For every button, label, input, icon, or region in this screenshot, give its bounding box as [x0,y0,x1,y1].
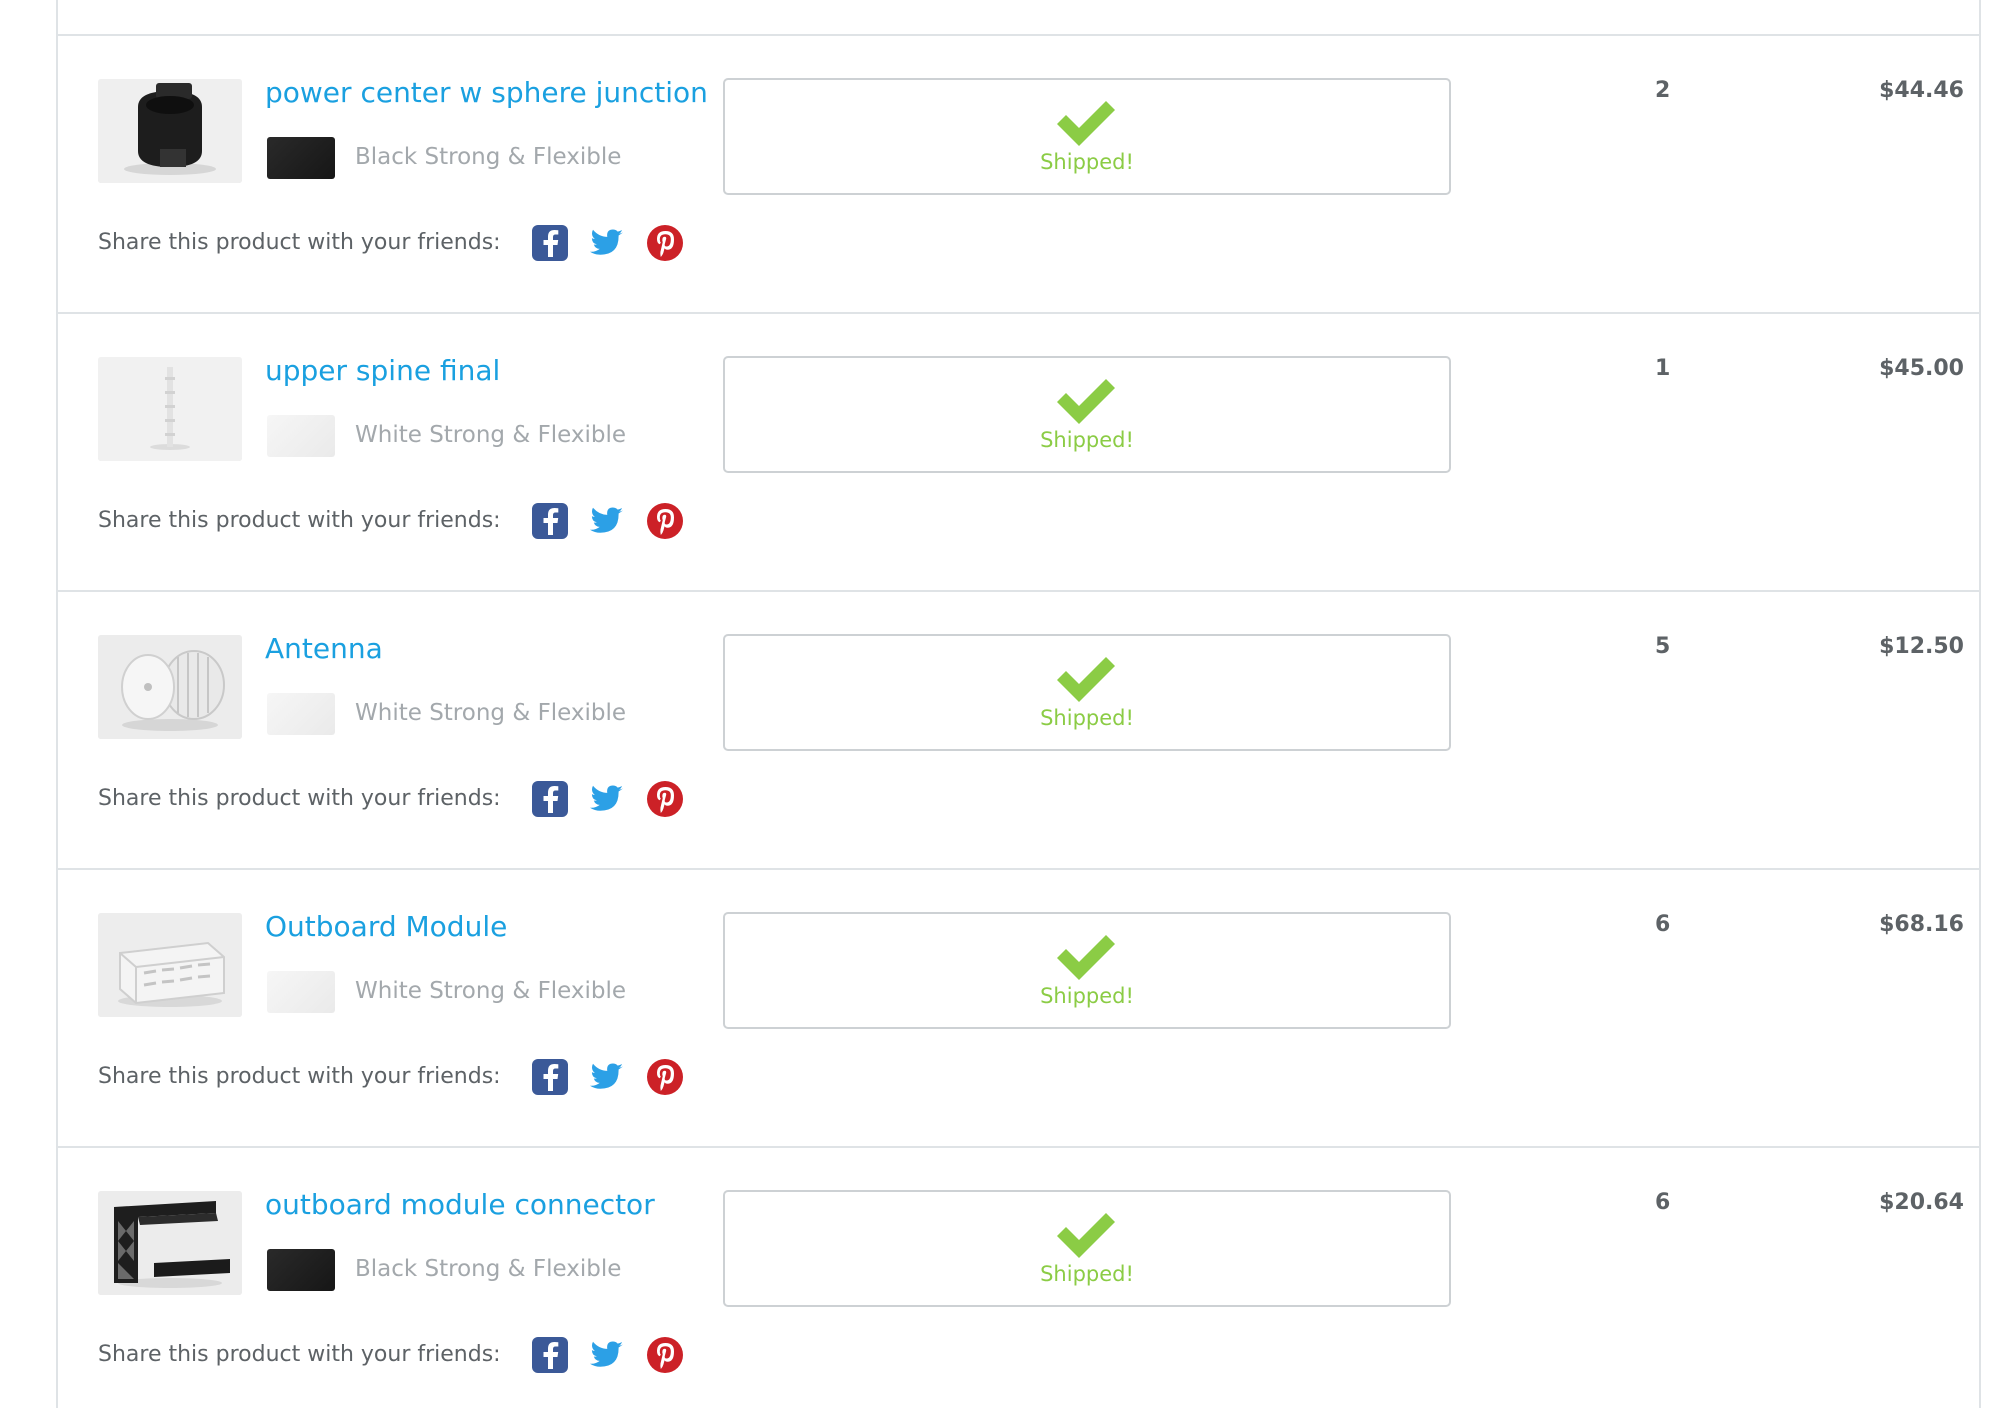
shipping-status-label: Shipped! [1040,428,1134,452]
shipping-status-label: Shipped! [1040,706,1134,730]
shipping-status-label: Shipped! [1040,984,1134,1008]
shipping-status-label: Shipped! [1040,150,1134,174]
material-label: White Strong & Flexible [355,422,627,448]
item-quantity: 2 [1655,78,1671,103]
share-label: Share this product with your friends: [98,508,501,533]
product-thumbnail[interactable] [98,913,242,1017]
product-thumbnail[interactable] [98,635,242,739]
pinterest-icon[interactable] [645,779,685,819]
checkmark-icon [1057,1213,1115,1258]
checkmark-icon [1057,657,1115,702]
material-swatch [267,693,335,735]
item-quantity: 6 [1655,1190,1671,1215]
twitter-icon[interactable] [586,223,626,263]
share-label: Share this product with your friends: [98,1342,501,1367]
facebook-icon[interactable] [530,1335,570,1375]
item-price: $44.46 [1879,78,1964,103]
material-swatch [267,1249,335,1291]
shipping-status-box: Shipped! [723,634,1451,751]
shipping-status-box: Shipped! [723,1190,1451,1307]
product-name-link[interactable]: Outboard Module [265,910,507,943]
material-label: Black Strong & Flexible [355,144,622,170]
material-label: White Strong & Flexible [355,700,627,726]
material-label: Black Strong & Flexible [355,1256,622,1282]
product-thumbnail[interactable] [98,357,242,461]
material-swatch [267,971,335,1013]
pinterest-icon[interactable] [645,1057,685,1097]
order-item-row: Antenna White Strong & Flexible Share th… [58,590,1979,868]
twitter-icon[interactable] [586,1057,626,1097]
share-label: Share this product with your friends: [98,1064,501,1089]
facebook-icon[interactable] [530,779,570,819]
item-quantity: 6 [1655,912,1671,937]
facebook-icon[interactable] [530,1057,570,1097]
shipping-status-box: Shipped! [723,78,1451,195]
order-items-panel: power center w sphere junction Black Str… [56,0,1981,1408]
product-name-link[interactable]: upper spine final [265,354,500,387]
product-name-link[interactable]: Antenna [265,632,383,665]
facebook-icon[interactable] [530,501,570,541]
pinterest-icon[interactable] [645,1335,685,1375]
checkmark-icon [1057,101,1115,146]
material-label: White Strong & Flexible [355,978,627,1004]
order-item-row: power center w sphere junction Black Str… [58,34,1979,312]
order-item-row: outboard module connector Black Strong &… [58,1146,1979,1424]
material-swatch [267,137,335,179]
item-price: $12.50 [1879,634,1964,659]
facebook-icon[interactable] [530,223,570,263]
shipping-status-box: Shipped! [723,912,1451,1029]
shipping-status-label: Shipped! [1040,1262,1134,1286]
product-name-link[interactable]: power center w sphere junction [265,76,708,109]
material-swatch [267,415,335,457]
order-item-row: upper spine final White Strong & Flexibl… [58,312,1979,590]
twitter-icon[interactable] [586,501,626,541]
twitter-icon[interactable] [586,779,626,819]
product-thumbnail[interactable] [98,79,242,183]
checkmark-icon [1057,379,1115,424]
item-price: $45.00 [1879,356,1964,381]
pinterest-icon[interactable] [645,223,685,263]
item-price: $68.16 [1879,912,1964,937]
share-label: Share this product with your friends: [98,786,501,811]
shipping-status-box: Shipped! [723,356,1451,473]
checkmark-icon [1057,935,1115,980]
item-price: $20.64 [1879,1190,1964,1215]
pinterest-icon[interactable] [645,501,685,541]
share-label: Share this product with your friends: [98,230,501,255]
twitter-icon[interactable] [586,1335,626,1375]
item-quantity: 5 [1655,634,1671,659]
item-quantity: 1 [1655,356,1671,381]
product-name-link[interactable]: outboard module connector [265,1188,655,1221]
product-thumbnail[interactable] [98,1191,242,1295]
order-item-row: Outboard Module White Strong & Flexible … [58,868,1979,1146]
